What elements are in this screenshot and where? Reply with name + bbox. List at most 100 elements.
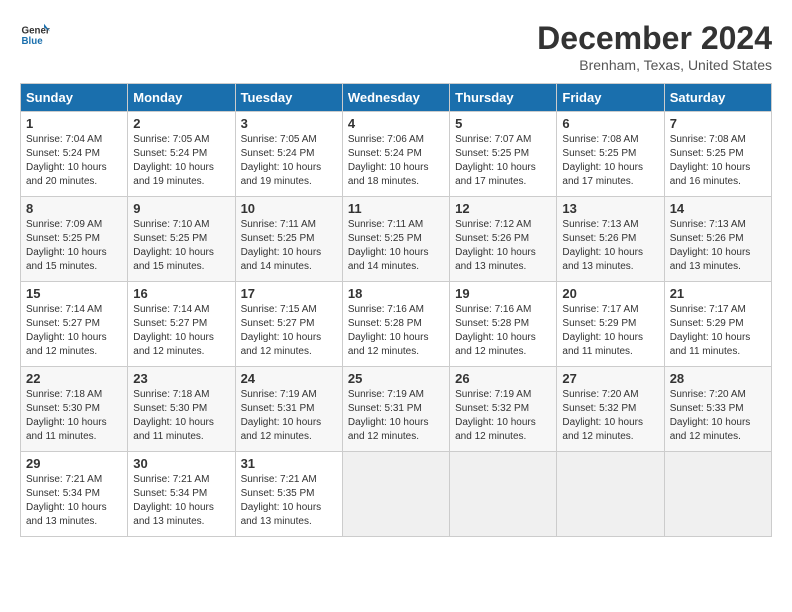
day-number: 20	[562, 286, 658, 301]
day-number: 29	[26, 456, 122, 471]
daylight-label: Daylight: 10 hours and 12 minutes.	[133, 332, 214, 357]
daylight-label: Daylight: 10 hours and 11 minutes.	[670, 332, 751, 357]
col-thursday: Thursday	[450, 84, 557, 112]
sunset-label: Sunset: 5:25 PM	[562, 148, 636, 159]
day-info: Sunrise: 7:21 AM Sunset: 5:34 PM Dayligh…	[133, 473, 229, 529]
sunset-label: Sunset: 5:25 PM	[26, 233, 100, 244]
sunset-label: Sunset: 5:24 PM	[348, 148, 422, 159]
day-info: Sunrise: 7:06 AM Sunset: 5:24 PM Dayligh…	[348, 133, 444, 189]
sunset-label: Sunset: 5:30 PM	[133, 403, 207, 414]
day-info: Sunrise: 7:16 AM Sunset: 5:28 PM Dayligh…	[455, 303, 551, 359]
day-info: Sunrise: 7:20 AM Sunset: 5:32 PM Dayligh…	[562, 388, 658, 444]
table-row: 15 Sunrise: 7:14 AM Sunset: 5:27 PM Dayl…	[21, 282, 128, 367]
day-number: 9	[133, 201, 229, 216]
daylight-label: Daylight: 10 hours and 11 minutes.	[133, 417, 214, 442]
calendar-week-row: 15 Sunrise: 7:14 AM Sunset: 5:27 PM Dayl…	[21, 282, 772, 367]
table-row: 13 Sunrise: 7:13 AM Sunset: 5:26 PM Dayl…	[557, 197, 664, 282]
sunset-label: Sunset: 5:25 PM	[348, 233, 422, 244]
sunrise-label: Sunrise: 7:07 AM	[455, 134, 531, 145]
sunrise-label: Sunrise: 7:21 AM	[133, 474, 209, 485]
calendar-week-row: 22 Sunrise: 7:18 AM Sunset: 5:30 PM Dayl…	[21, 367, 772, 452]
table-row	[450, 452, 557, 537]
sunrise-label: Sunrise: 7:11 AM	[348, 219, 423, 230]
daylight-label: Daylight: 10 hours and 14 minutes.	[348, 247, 429, 272]
col-tuesday: Tuesday	[235, 84, 342, 112]
day-number: 8	[26, 201, 122, 216]
daylight-label: Daylight: 10 hours and 15 minutes.	[26, 247, 107, 272]
day-info: Sunrise: 7:14 AM Sunset: 5:27 PM Dayligh…	[133, 303, 229, 359]
table-row: 9 Sunrise: 7:10 AM Sunset: 5:25 PM Dayli…	[128, 197, 235, 282]
logo: General Blue	[20, 20, 50, 50]
day-number: 16	[133, 286, 229, 301]
sunrise-label: Sunrise: 7:19 AM	[455, 389, 531, 400]
daylight-label: Daylight: 10 hours and 13 minutes.	[670, 247, 751, 272]
day-info: Sunrise: 7:19 AM Sunset: 5:32 PM Dayligh…	[455, 388, 551, 444]
table-row: 23 Sunrise: 7:18 AM Sunset: 5:30 PM Dayl…	[128, 367, 235, 452]
sunrise-label: Sunrise: 7:19 AM	[241, 389, 317, 400]
day-number: 19	[455, 286, 551, 301]
day-info: Sunrise: 7:21 AM Sunset: 5:35 PM Dayligh…	[241, 473, 337, 529]
day-number: 17	[241, 286, 337, 301]
sunrise-label: Sunrise: 7:08 AM	[562, 134, 638, 145]
sunrise-label: Sunrise: 7:06 AM	[348, 134, 424, 145]
daylight-label: Daylight: 10 hours and 12 minutes.	[562, 417, 643, 442]
day-number: 4	[348, 116, 444, 131]
daylight-label: Daylight: 10 hours and 12 minutes.	[455, 417, 536, 442]
sunrise-label: Sunrise: 7:20 AM	[562, 389, 638, 400]
table-row: 2 Sunrise: 7:05 AM Sunset: 5:24 PM Dayli…	[128, 112, 235, 197]
day-number: 10	[241, 201, 337, 216]
daylight-label: Daylight: 10 hours and 11 minutes.	[562, 332, 643, 357]
sunrise-label: Sunrise: 7:18 AM	[26, 389, 102, 400]
day-number: 28	[670, 371, 766, 386]
sunset-label: Sunset: 5:35 PM	[241, 488, 315, 499]
day-number: 3	[241, 116, 337, 131]
table-row: 27 Sunrise: 7:20 AM Sunset: 5:32 PM Dayl…	[557, 367, 664, 452]
daylight-label: Daylight: 10 hours and 13 minutes.	[133, 502, 214, 527]
sunset-label: Sunset: 5:28 PM	[348, 318, 422, 329]
daylight-label: Daylight: 10 hours and 12 minutes.	[455, 332, 536, 357]
table-row: 8 Sunrise: 7:09 AM Sunset: 5:25 PM Dayli…	[21, 197, 128, 282]
day-info: Sunrise: 7:05 AM Sunset: 5:24 PM Dayligh…	[241, 133, 337, 189]
daylight-label: Daylight: 10 hours and 18 minutes.	[348, 162, 429, 187]
sunset-label: Sunset: 5:31 PM	[241, 403, 315, 414]
day-number: 1	[26, 116, 122, 131]
day-info: Sunrise: 7:05 AM Sunset: 5:24 PM Dayligh…	[133, 133, 229, 189]
sunset-label: Sunset: 5:25 PM	[241, 233, 315, 244]
sunrise-label: Sunrise: 7:17 AM	[670, 304, 746, 315]
day-number: 23	[133, 371, 229, 386]
sunset-label: Sunset: 5:26 PM	[562, 233, 636, 244]
day-info: Sunrise: 7:18 AM Sunset: 5:30 PM Dayligh…	[26, 388, 122, 444]
sunset-label: Sunset: 5:27 PM	[26, 318, 100, 329]
calendar-header-row: Sunday Monday Tuesday Wednesday Thursday…	[21, 84, 772, 112]
sunrise-label: Sunrise: 7:15 AM	[241, 304, 317, 315]
sunset-label: Sunset: 5:31 PM	[348, 403, 422, 414]
calendar-week-row: 8 Sunrise: 7:09 AM Sunset: 5:25 PM Dayli…	[21, 197, 772, 282]
daylight-label: Daylight: 10 hours and 20 minutes.	[26, 162, 107, 187]
location-title: Brenham, Texas, United States	[537, 57, 772, 73]
sunrise-label: Sunrise: 7:14 AM	[26, 304, 102, 315]
sunrise-label: Sunrise: 7:20 AM	[670, 389, 746, 400]
table-row: 31 Sunrise: 7:21 AM Sunset: 5:35 PM Dayl…	[235, 452, 342, 537]
table-row: 18 Sunrise: 7:16 AM Sunset: 5:28 PM Dayl…	[342, 282, 449, 367]
sunrise-label: Sunrise: 7:10 AM	[133, 219, 209, 230]
col-monday: Monday	[128, 84, 235, 112]
sunrise-label: Sunrise: 7:18 AM	[133, 389, 209, 400]
daylight-label: Daylight: 10 hours and 12 minutes.	[241, 332, 322, 357]
table-row: 1 Sunrise: 7:04 AM Sunset: 5:24 PM Dayli…	[21, 112, 128, 197]
daylight-label: Daylight: 10 hours and 13 minutes.	[562, 247, 643, 272]
daylight-label: Daylight: 10 hours and 12 minutes.	[241, 417, 322, 442]
sunset-label: Sunset: 5:30 PM	[26, 403, 100, 414]
daylight-label: Daylight: 10 hours and 19 minutes.	[241, 162, 322, 187]
daylight-label: Daylight: 10 hours and 11 minutes.	[26, 417, 107, 442]
sunrise-label: Sunrise: 7:16 AM	[348, 304, 424, 315]
col-sunday: Sunday	[21, 84, 128, 112]
sunset-label: Sunset: 5:33 PM	[670, 403, 744, 414]
sunrise-label: Sunrise: 7:05 AM	[133, 134, 209, 145]
sunrise-label: Sunrise: 7:12 AM	[455, 219, 531, 230]
table-row: 14 Sunrise: 7:13 AM Sunset: 5:26 PM Dayl…	[664, 197, 771, 282]
sunrise-label: Sunrise: 7:05 AM	[241, 134, 317, 145]
sunset-label: Sunset: 5:28 PM	[455, 318, 529, 329]
sunrise-label: Sunrise: 7:04 AM	[26, 134, 102, 145]
daylight-label: Daylight: 10 hours and 16 minutes.	[670, 162, 751, 187]
table-row: 16 Sunrise: 7:14 AM Sunset: 5:27 PM Dayl…	[128, 282, 235, 367]
